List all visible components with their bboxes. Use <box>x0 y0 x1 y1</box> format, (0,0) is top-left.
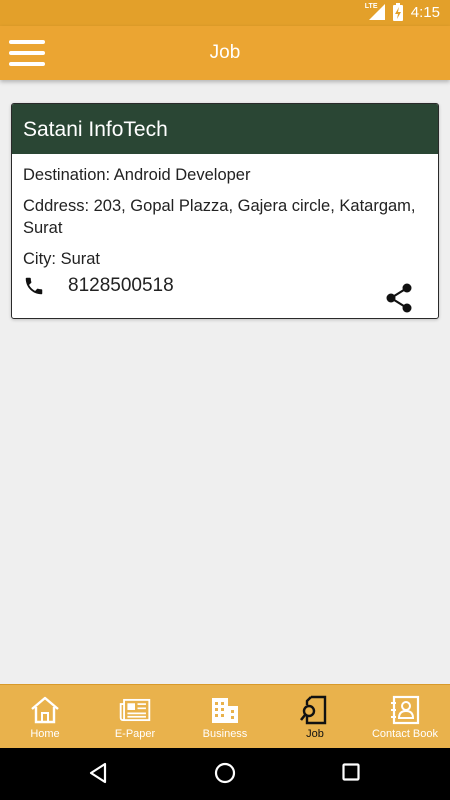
newspaper-icon <box>119 698 151 722</box>
nav-epaper[interactable]: E-Paper <box>90 685 180 748</box>
nav-home-label: Home <box>30 728 60 740</box>
phone-number[interactable]: 8128500518 <box>68 275 174 297</box>
nav-home[interactable]: Home <box>0 685 90 748</box>
building-icon <box>212 698 238 723</box>
signal-icon: LTE <box>365 3 387 21</box>
status-icons: LTE 4:15 <box>365 3 440 21</box>
system-navigation-bar <box>0 748 450 800</box>
status-bar: LTE 4:15 <box>0 0 450 26</box>
job-card[interactable]: Satani InfoTech Destination: Android Dev… <box>11 103 439 319</box>
company-name: Satani InfoTech <box>12 104 438 154</box>
network-type: LTE <box>364 3 378 10</box>
job-destination: Destination: Android Developer <box>23 166 251 184</box>
nav-contact-book-label: Contact Book <box>371 728 439 740</box>
nav-job[interactable]: Job <box>270 685 360 748</box>
nav-business[interactable]: Business <box>180 685 270 748</box>
bottom-navigation: Home E-Paper Business Job Contact Book <box>0 684 450 748</box>
nav-epaper-label: E-Paper <box>114 728 156 740</box>
recents-icon[interactable] <box>342 762 360 782</box>
phone-icon[interactable] <box>23 275 45 297</box>
nav-business-label: Business <box>202 728 248 740</box>
clock: 4:15 <box>410 3 440 21</box>
job-search-icon <box>299 695 327 725</box>
share-icon[interactable] <box>385 283 413 313</box>
back-icon[interactable] <box>88 762 108 784</box>
job-details: Destination: Android Developer Cddress: … <box>12 154 438 317</box>
contact-book-icon <box>391 695 420 725</box>
page-title: Job <box>209 42 241 63</box>
home-icon <box>31 696 59 724</box>
job-city: City: Surat <box>23 250 101 268</box>
phone-row: 8128500518 <box>23 273 427 313</box>
nav-contact-book[interactable]: Contact Book <box>360 685 450 748</box>
home-circle-icon[interactable] <box>214 762 236 784</box>
battery-charging-icon <box>392 3 403 21</box>
job-address: Cddress: 203, Gopal Plazza, Gajera circl… <box>23 197 416 237</box>
nav-job-label: Job <box>306 728 324 740</box>
app-bar: Job <box>0 26 450 80</box>
